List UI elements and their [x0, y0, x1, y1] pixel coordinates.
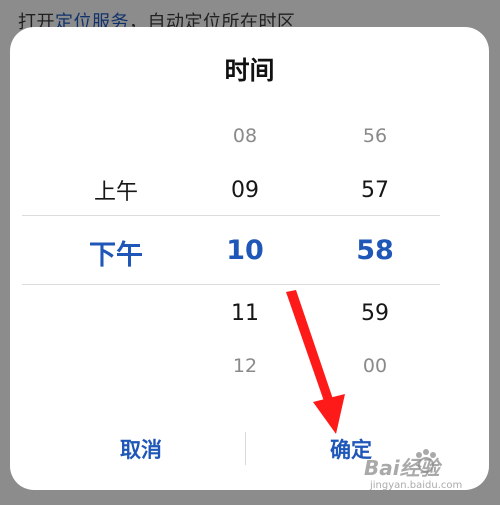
- minute-option[interactable]: 57: [325, 178, 425, 203]
- hour-option[interactable]: 12: [195, 355, 295, 377]
- cancel-button[interactable]: 取消: [81, 434, 201, 464]
- ampm-option-am[interactable]: 上午: [66, 174, 166, 206]
- hour-wheel[interactable]: 08 09 10 11 12: [195, 117, 295, 417]
- minute-option[interactable]: 59: [325, 301, 425, 326]
- ampm-wheel[interactable]: 上午 下午: [66, 117, 166, 417]
- ampm-option-pm-selected[interactable]: 下午: [66, 233, 166, 272]
- watermark-url: jingyan.baidu.com: [370, 480, 463, 491]
- time-picker-dialog: 时间 上午 下午 08 09 10 11 12 56 57 58 59 00 取…: [10, 27, 489, 490]
- minute-wheel[interactable]: 56 57 58 59 00: [325, 117, 425, 417]
- watermark-text: Bai经验: [364, 456, 440, 480]
- time-picker: 上午 下午 08 09 10 11 12 56 57 58 59 00: [10, 117, 489, 417]
- dialog-title: 时间: [224, 56, 275, 85]
- minute-option[interactable]: 56: [325, 125, 425, 147]
- minute-option-selected[interactable]: 58: [325, 235, 425, 266]
- hour-option[interactable]: 09: [195, 178, 295, 203]
- button-divider: [245, 432, 246, 465]
- baidu-watermark: Bai经验 jingyan.baidu.com: [364, 449, 500, 502]
- hour-option-selected[interactable]: 10: [195, 235, 295, 266]
- hour-option[interactable]: 11: [195, 301, 295, 326]
- hour-option[interactable]: 08: [195, 125, 295, 147]
- minute-option[interactable]: 00: [325, 355, 425, 377]
